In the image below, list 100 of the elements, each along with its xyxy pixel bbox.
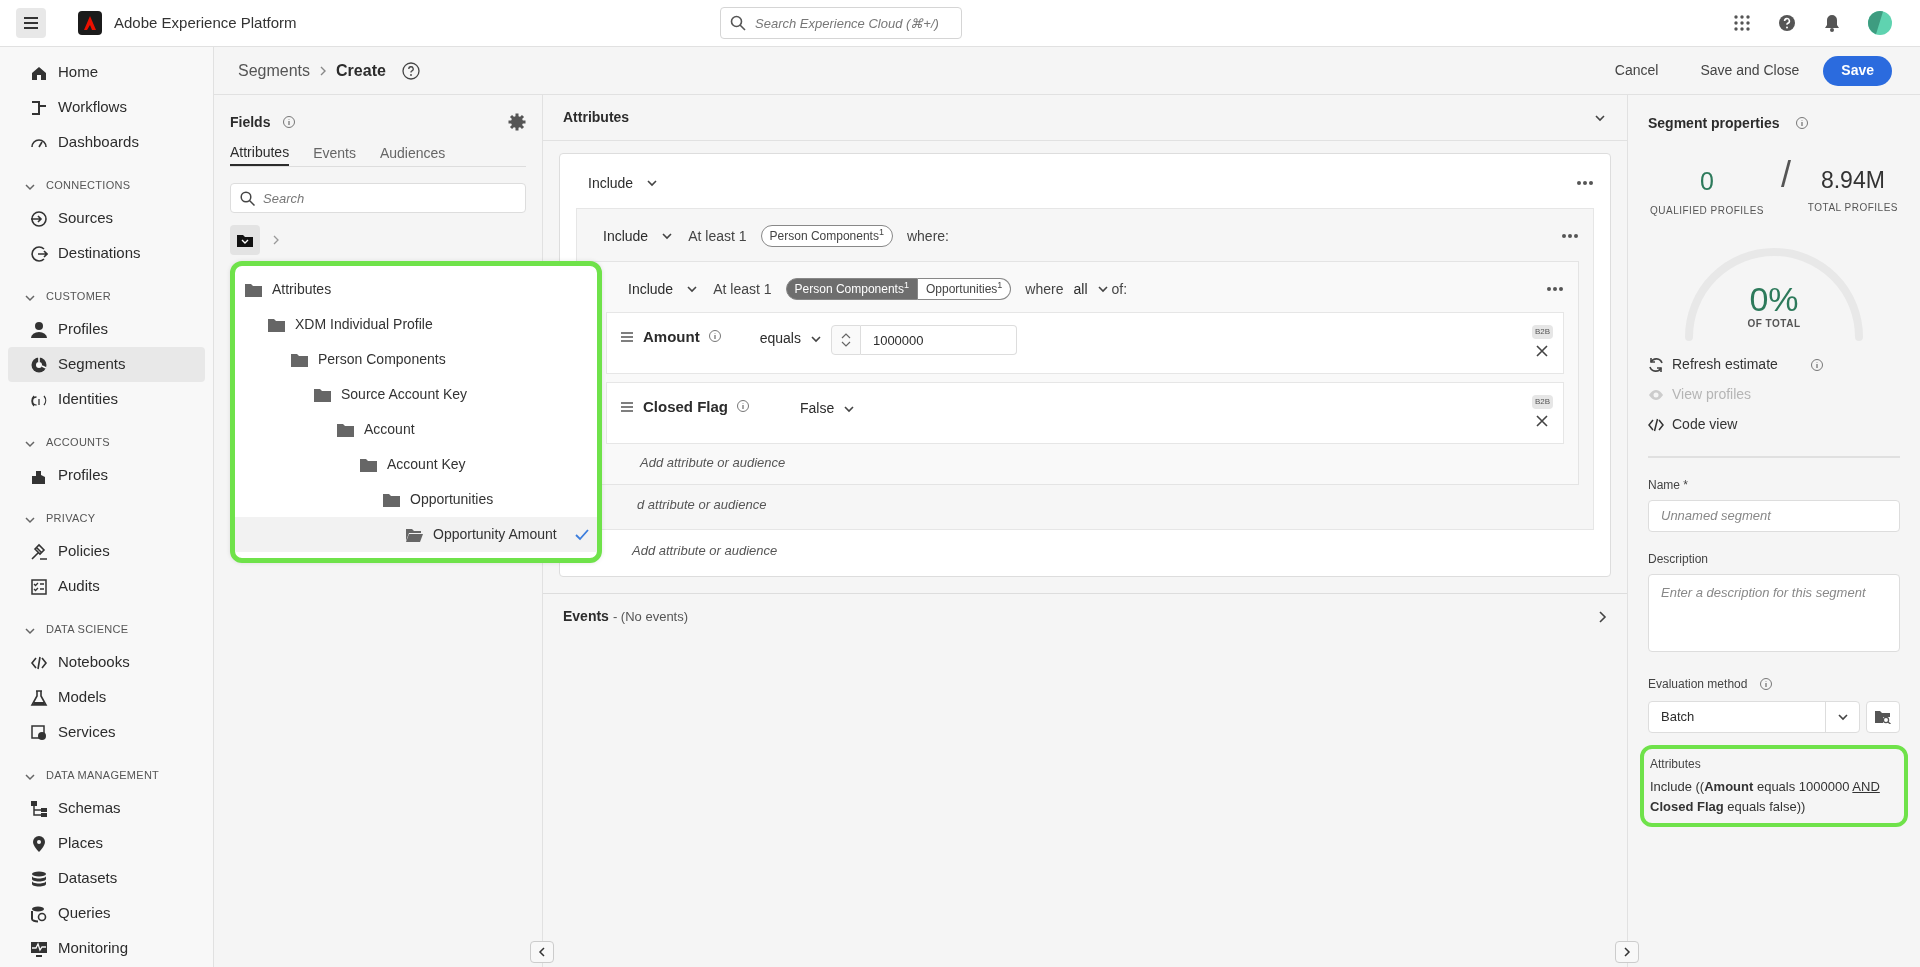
- sign-out-icon: [30, 244, 48, 263]
- apps-icon[interactable]: [1734, 15, 1750, 31]
- nav-item[interactable]: Segments: [8, 347, 205, 382]
- nav-item[interactable]: Workflows: [8, 90, 205, 125]
- expand-button[interactable]: [1615, 941, 1639, 963]
- add-attribute-link[interactable]: Add attribute or audience: [640, 453, 786, 473]
- pin-icon: [30, 834, 48, 853]
- search-field[interactable]: Search Experience Cloud (⌘+/): [720, 7, 962, 39]
- chevron-down-icon: [24, 181, 36, 193]
- nav-item[interactable]: Datasets: [8, 861, 205, 896]
- settings-icon[interactable]: [508, 113, 526, 131]
- save-button[interactable]: Save: [1823, 55, 1892, 86]
- close-icon[interactable]: [1536, 415, 1549, 427]
- drag-handle-icon[interactable]: [621, 332, 633, 342]
- tree-item[interactable]: XDM Individual Profile: [235, 307, 597, 342]
- tree-label: Person Components: [318, 350, 446, 369]
- path-chip[interactable]: Person Components$^{1}$: [785, 278, 918, 300]
- tree-item[interactable]: Opportunity Amount: [235, 517, 597, 552]
- refresh-icon: [1648, 356, 1664, 373]
- nav-item[interactable]: Identities: [8, 382, 205, 417]
- nav-item[interactable]: Notebooks: [8, 645, 205, 680]
- help-icon[interactable]: [1778, 14, 1796, 32]
- logo-icon: [78, 11, 102, 35]
- menu-button[interactable]: [16, 8, 46, 38]
- add-attribute-link[interactable]: d attribute or audience: [637, 495, 767, 515]
- folder-button[interactable]: [230, 225, 260, 255]
- nav-item[interactable]: Schemas: [8, 791, 205, 826]
- nav-item[interactable]: Audits: [8, 569, 205, 604]
- value-dropdown[interactable]: False: [800, 398, 857, 419]
- evaluation-dropdown[interactable]: Batch: [1648, 700, 1860, 733]
- operator-dropdown[interactable]: Include: [606, 278, 700, 300]
- nav-item[interactable]: Models: [8, 680, 205, 715]
- stat-label: TOTAL PROFILES: [1807, 200, 1898, 215]
- nav-item[interactable]: Services: [8, 715, 205, 750]
- match-dropdown[interactable]: all: [1073, 278, 1110, 300]
- tree-item[interactable]: Account: [235, 412, 597, 447]
- person-icon: [30, 320, 48, 339]
- database-icon: [30, 869, 48, 888]
- collapse-button[interactable]: [530, 941, 554, 963]
- more-icon[interactable]: [1546, 286, 1564, 292]
- action-link[interactable]: Code view: [1648, 414, 1738, 435]
- nav-item[interactable]: Profiles: [8, 458, 205, 493]
- panel-title: Segment properties: [1648, 113, 1780, 133]
- path-chip[interactable]: Opportunities$^{1}$: [917, 278, 1012, 300]
- total-count: 8.94M: [1820, 166, 1885, 195]
- nav-item[interactable]: Dashboards: [8, 125, 205, 160]
- close-icon[interactable]: [1536, 345, 1549, 357]
- folder-icon: [337, 422, 354, 437]
- folder-icon: [383, 492, 400, 507]
- operator-dropdown[interactable]: equals: [759, 328, 823, 349]
- tree-item[interactable]: Person Components: [235, 342, 597, 377]
- name-field[interactable]: Unnamed segment: [1648, 499, 1900, 532]
- description-field[interactable]: Enter a description for this segment: [1648, 573, 1900, 652]
- browse-button[interactable]: [1866, 700, 1900, 733]
- condition-text: of:: [1111, 279, 1128, 299]
- avatar-icon[interactable]: [1868, 11, 1892, 35]
- tree-item[interactable]: Opportunities: [235, 482, 597, 517]
- flask-icon: [30, 688, 48, 707]
- tab[interactable]: Attributes: [230, 141, 290, 166]
- tree-item[interactable]: Attributes: [235, 272, 597, 307]
- more-icon[interactable]: [1561, 233, 1579, 239]
- drag-handle-icon[interactable]: [621, 402, 633, 412]
- nav-item[interactable]: Destinations: [8, 236, 205, 271]
- info-icon: [1759, 676, 1774, 691]
- section-title: Events: [563, 607, 609, 626]
- section-label: ACCOUNTS: [46, 434, 110, 450]
- path-chip[interactable]: Person Components$^{1}$: [760, 225, 893, 247]
- nav-item[interactable]: Profiles: [8, 312, 205, 347]
- operator-dropdown[interactable]: Include: [591, 225, 675, 247]
- tree-item[interactable]: Source Account Key: [235, 377, 597, 412]
- nav-item[interactable]: Sources: [8, 201, 205, 236]
- folder-icon: [237, 233, 253, 247]
- breadcrumb-link[interactable]: Segments: [238, 58, 311, 83]
- nav-item[interactable]: Monitoring: [8, 931, 205, 966]
- nav-item[interactable]: Policies: [8, 534, 205, 569]
- database-search-icon: [30, 904, 48, 923]
- action-link[interactable]: Refresh estimate: [1648, 354, 1778, 375]
- chevron-right-icon[interactable]: [1597, 610, 1607, 623]
- search-field[interactable]: Search: [230, 183, 526, 213]
- product-name: Adobe Experience Platform: [114, 12, 297, 33]
- save-and-close-button[interactable]: Save and Close: [1688, 55, 1812, 86]
- bell-icon[interactable]: [1824, 14, 1840, 32]
- nav-item[interactable]: Home: [8, 55, 205, 90]
- monitor-icon: [30, 939, 48, 958]
- operator-dropdown[interactable]: Include: [576, 172, 660, 194]
- folder-icon: [291, 352, 308, 367]
- cancel-button[interactable]: Cancel: [1602, 55, 1671, 86]
- tab[interactable]: Events: [313, 141, 356, 166]
- tree-label: Source Account Key: [341, 385, 468, 404]
- stat-label: OF TOTAL: [1747, 316, 1801, 331]
- help-icon[interactable]: [401, 61, 420, 80]
- nav-item[interactable]: Places: [8, 826, 205, 861]
- add-attribute-link[interactable]: Add attribute or audience: [632, 541, 778, 561]
- nav-item[interactable]: Queries: [8, 896, 205, 931]
- tree-item[interactable]: Account Key: [235, 447, 597, 482]
- tab[interactable]: Audiences: [379, 141, 446, 166]
- more-icon[interactable]: [1576, 180, 1594, 186]
- folder-icon: [360, 457, 377, 472]
- chevron-down-icon: [24, 292, 36, 304]
- number-field[interactable]: 1000000: [860, 325, 1017, 355]
